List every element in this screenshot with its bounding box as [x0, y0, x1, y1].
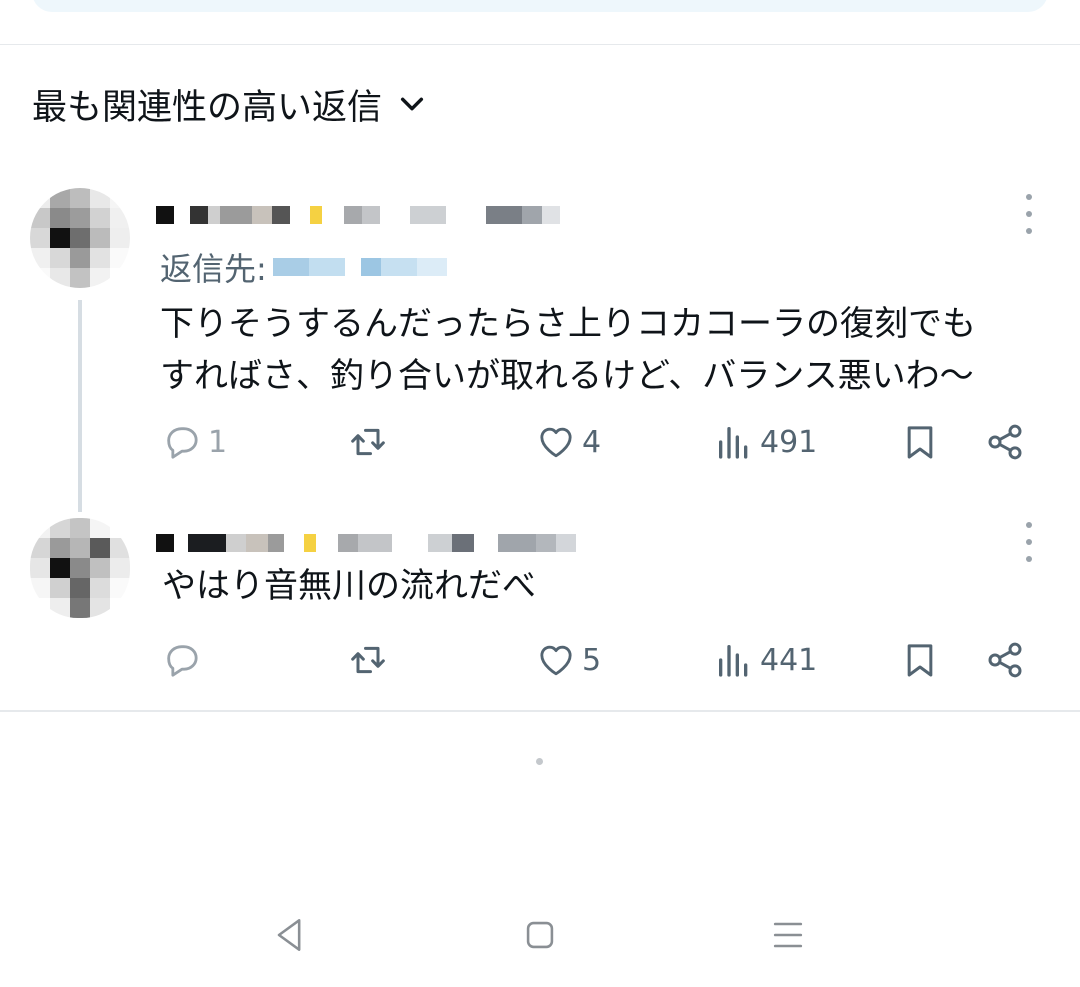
nav-recents-button[interactable] — [758, 910, 818, 960]
like-button[interactable]: 5 — [536, 638, 601, 682]
share-button[interactable] — [985, 420, 1025, 464]
nav-home-button[interactable] — [510, 910, 570, 960]
bookmark-button[interactable] — [900, 638, 940, 682]
more-options-button[interactable] — [1014, 194, 1044, 234]
reply-icon — [167, 427, 198, 459]
tweet-text-line: やはり音無川の流れだべ — [162, 566, 536, 606]
reply-icon — [167, 645, 198, 677]
bookmark-icon — [907, 644, 933, 677]
chevron-down-icon — [400, 97, 424, 111]
reply-button[interactable]: 1 — [162, 420, 227, 464]
top-divider — [0, 44, 1080, 45]
bottom-divider — [0, 710, 1080, 712]
share-icon — [988, 642, 1022, 678]
tweet-text: 下りそうするんだったらさ上りコカコーラの復刻でも すればさ、釣り合いが取れるけど… — [160, 298, 976, 402]
loading-dot — [536, 758, 543, 765]
home-square-icon — [526, 921, 554, 949]
views-button[interactable]: 491 — [714, 420, 817, 464]
more-options-button[interactable] — [1014, 522, 1044, 562]
reply-count: 1 — [208, 424, 228, 460]
tweet-text: やはり音無川の流れだべ — [162, 560, 536, 612]
bookmark-icon — [907, 426, 933, 459]
tweet-text-line: 下りそうするんだったらさ上りコカコーラの復刻でも — [160, 304, 976, 344]
sort-replies-dropdown[interactable]: 最も関連性の高い返信 — [32, 80, 428, 128]
display-name[interactable] — [156, 198, 560, 224]
display-name[interactable] — [156, 526, 576, 552]
analytics-icon — [719, 645, 748, 677]
heart-icon — [540, 645, 572, 676]
back-triangle-icon — [277, 919, 301, 951]
view-count: 491 — [760, 424, 818, 460]
view-count: 441 — [760, 642, 818, 678]
like-button[interactable]: 4 — [536, 420, 601, 464]
retweet-button[interactable] — [348, 638, 388, 682]
nav-back-button[interactable] — [260, 910, 320, 960]
retweet-button[interactable] — [348, 420, 388, 464]
like-count: 4 — [582, 424, 602, 460]
like-count: 5 — [582, 642, 602, 678]
views-button[interactable]: 441 — [714, 638, 817, 682]
avatar[interactable] — [30, 188, 130, 288]
menu-lines-icon — [773, 922, 803, 948]
retweet-icon — [351, 646, 385, 674]
tweet-text-line: すればさ、釣り合いが取れるけど、バランス悪いわ～ — [160, 356, 974, 396]
thread-line — [78, 300, 82, 512]
top-card-edge — [32, 0, 1048, 12]
reply-button[interactable] — [162, 638, 208, 682]
retweet-icon — [351, 428, 385, 456]
analytics-icon — [719, 427, 748, 459]
heart-icon — [540, 427, 572, 458]
share-icon — [988, 424, 1022, 460]
reply-to-handle[interactable] — [272, 258, 447, 276]
avatar[interactable] — [30, 518, 130, 618]
reply-to: 返信先: — [160, 244, 447, 290]
bookmark-button[interactable] — [900, 420, 940, 464]
reply-to-label: 返信先: — [160, 250, 267, 288]
sort-label: 最も関連性の高い返信 — [32, 87, 383, 128]
share-button[interactable] — [985, 638, 1025, 682]
